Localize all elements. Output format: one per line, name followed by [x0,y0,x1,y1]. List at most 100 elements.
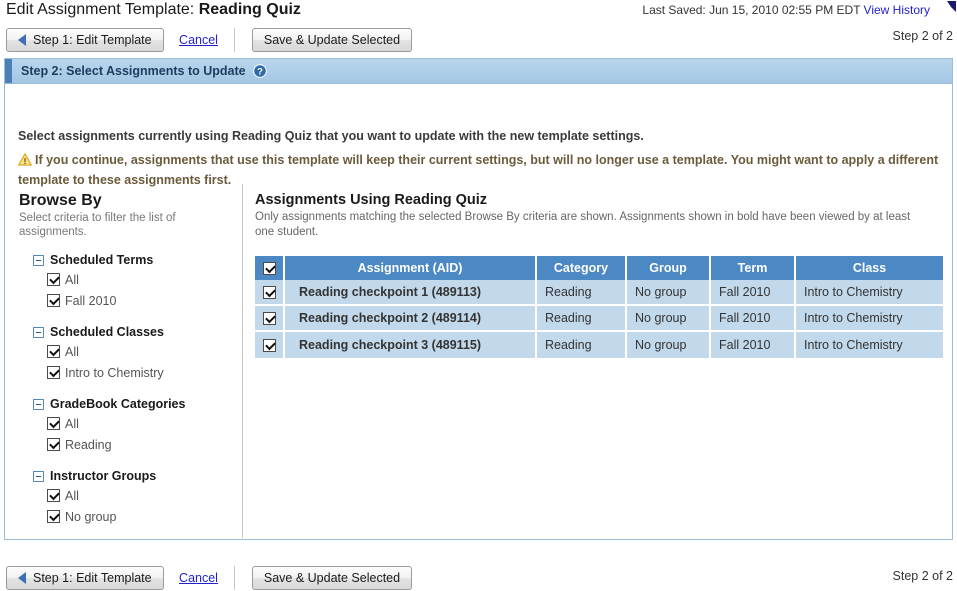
browse-by-title: Browse By [19,192,237,210]
assignments-table: Assignment (AID) Category Group Term Cla… [255,256,943,358]
tree-group-label-scheduled-classes: Scheduled Classes [50,325,164,339]
tree-group-header-gradebook-categories: GradeBook Categories [33,395,237,413]
assignments-title: Assignments Using Reading Quiz [255,192,947,208]
history-caret-icon[interactable] [947,1,957,15]
assignments-content: Assignments Using Reading Quiz Only assi… [255,192,947,358]
sidebar-divider [242,184,243,538]
back-to-step1-label-top: Step 1: Edit Template [33,33,152,47]
tree-group-label-gradebook-categories: GradeBook Categories [50,397,185,411]
row-select-cell [255,332,285,358]
svg-text:?: ? [257,67,263,78]
cell-category: Reading [537,332,627,358]
cancel-link-top[interactable]: Cancel [179,28,218,52]
save-update-button-top[interactable]: Save & Update Selected [252,28,412,52]
table-row[interactable]: Reading checkpoint 3 (489115) Reading No… [255,332,943,358]
tree-item-label-categories-reading: Reading [65,438,112,452]
tree-item-label-instructor-groups-no-group: No group [65,510,116,524]
warning-text: If you continue, assignments that use th… [18,153,938,187]
step-indicator-top: Step 2 of 2 [893,29,953,43]
checkbox-classes-intro-to-chemistry[interactable] [47,366,60,379]
tree-group-header-scheduled-classes: Scheduled Classes [33,323,237,341]
back-arrow-icon [18,572,26,584]
toolbar-divider-top [234,28,235,52]
tree-item-terms-all[interactable]: All [47,269,237,290]
column-header-class[interactable]: Class [796,256,943,280]
warning-triangle-icon [18,152,32,165]
intro-text: Select assignments currently using Readi… [18,129,948,143]
cell-class: Intro to Chemistry [796,332,943,358]
back-to-step1-button-top[interactable]: Step 1: Edit Template [6,28,164,52]
help-icon[interactable]: ? [253,64,267,78]
collapse-toggle-icon-instructor-groups[interactable] [33,471,44,482]
tree-item-instructor-groups-no-group[interactable]: No group [47,506,237,527]
collapse-toggle-icon-scheduled-classes[interactable] [33,327,44,338]
checkbox-terms-fall-2010[interactable] [47,294,60,307]
cell-class: Intro to Chemistry [796,280,943,306]
select-all-checkbox[interactable] [263,262,276,275]
column-header-group[interactable]: Group [627,256,711,280]
tree-item-categories-reading[interactable]: Reading [47,434,237,455]
checkbox-instructor-groups-all[interactable] [47,489,60,502]
toolbar-divider-bottom [234,566,235,590]
select-all-header-cell [255,256,285,280]
cell-assignment: Reading checkpoint 1 (489113) [285,280,537,306]
tree-item-classes-intro-to-chemistry[interactable]: Intro to Chemistry [47,362,237,383]
cell-assignment: Reading checkpoint 2 (489114) [285,306,537,332]
tree-item-instructor-groups-all[interactable]: All [47,485,237,506]
cell-term: Fall 2010 [711,332,796,358]
cell-class: Intro to Chemistry [796,306,943,332]
step2-header-bar: Step 2: Select Assignments to Update ? [5,59,952,84]
collapse-toggle-icon-gradebook-categories[interactable] [33,399,44,410]
row-checkbox[interactable] [263,339,276,352]
tree-group-label-instructor-groups: Instructor Groups [50,469,156,483]
collapse-toggle-icon-scheduled-terms[interactable] [33,255,44,266]
toolbar-top: Step 1: Edit Template Cancel Save & Upda… [6,28,412,52]
last-saved-info: Last Saved: Jun 15, 2010 02:55 PM EDT Vie… [642,3,930,17]
browse-by-sidebar: Browse By Select criteria to filter the … [19,192,237,532]
toolbar-bottom: Step 1: Edit Template Cancel Save & Upda… [6,566,412,590]
checkbox-categories-all[interactable] [47,417,60,430]
browse-by-subtitle: Select criteria to filter the list of as… [19,211,179,239]
tree-group-gradebook-categories: GradeBook Categories All Reading [19,395,237,455]
tree-item-label-terms-all: All [65,273,79,287]
tree-item-label-classes-intro-to-chemistry: Intro to Chemistry [65,366,164,380]
table-header-row: Assignment (AID) Category Group Term Cla… [255,256,943,280]
row-checkbox[interactable] [263,312,276,325]
checkbox-terms-all[interactable] [47,273,60,286]
cell-category: Reading [537,280,627,306]
checkbox-instructor-groups-no-group[interactable] [47,510,60,523]
page-title-template-name: Reading Quiz [199,1,301,18]
cancel-link-bottom[interactable]: Cancel [179,566,218,590]
tree-item-classes-all[interactable]: All [47,341,237,362]
tree-item-categories-all[interactable]: All [47,413,237,434]
view-history-link[interactable]: View History [864,3,930,17]
tree-item-label-terms-fall-2010: Fall 2010 [65,294,116,308]
cell-category: Reading [537,306,627,332]
tree-group-header-instructor-groups: Instructor Groups [33,467,237,485]
app-root: Edit Assignment Template: Reading Quiz L… [0,0,957,591]
cell-term: Fall 2010 [711,306,796,332]
tree-item-terms-fall-2010[interactable]: Fall 2010 [47,290,237,311]
table-row[interactable]: Reading checkpoint 2 (489114) Reading No… [255,306,943,332]
checkbox-categories-reading[interactable] [47,438,60,451]
save-update-button-bottom[interactable]: Save & Update Selected [252,566,412,590]
tree-item-label-instructor-groups-all: All [65,489,79,503]
column-header-term[interactable]: Term [711,256,796,280]
tree-item-label-classes-all: All [65,345,79,359]
tree-group-instructor-groups: Instructor Groups All No group [19,467,237,527]
tree-group-label-scheduled-terms: Scheduled Terms [50,253,153,267]
panel-body: Select assignments currently using Readi… [5,84,952,539]
row-checkbox[interactable] [263,286,276,299]
cell-term: Fall 2010 [711,280,796,306]
column-header-assignment[interactable]: Assignment (AID) [285,256,537,280]
column-header-category[interactable]: Category [537,256,627,280]
assignments-subtitle: Only assignments matching the selected B… [255,210,915,240]
checkbox-classes-all[interactable] [47,345,60,358]
last-saved-text: Last Saved: Jun 15, 2010 02:55 PM EDT [642,3,860,17]
step2-panel: Step 2: Select Assignments to Update ? S… [4,58,953,540]
tree-group-scheduled-terms: Scheduled Terms All Fall 2010 [19,251,237,311]
tree-item-label-categories-all: All [65,417,79,431]
table-row[interactable]: Reading checkpoint 1 (489113) Reading No… [255,280,943,306]
warning-block: If you continue, assignments that use th… [18,150,946,190]
back-to-step1-button-bottom[interactable]: Step 1: Edit Template [6,566,164,590]
